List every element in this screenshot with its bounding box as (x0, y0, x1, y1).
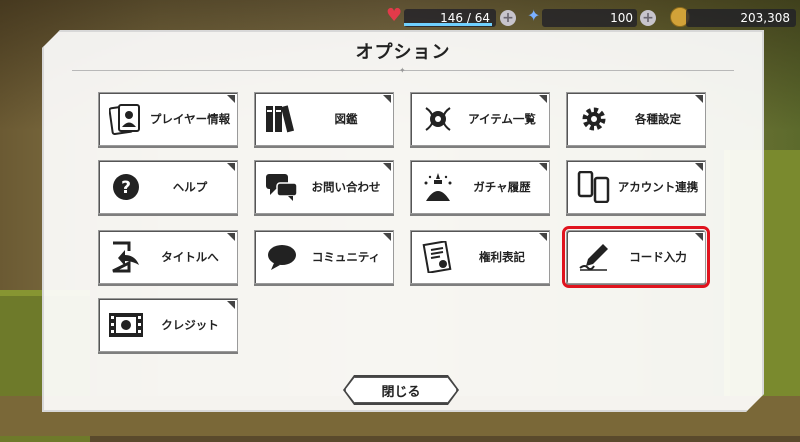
certificate-icon (419, 239, 457, 275)
option-label: 各種設定 (635, 112, 681, 126)
coin-value: 203,308 (740, 11, 790, 25)
speech-bubble-icon (263, 239, 301, 275)
heart-icon: ♥ (386, 5, 403, 26)
exit-door-icon (107, 239, 145, 275)
option-label: クレジット (161, 318, 219, 332)
option-label: アイテム一覧 (468, 112, 536, 126)
item-crest-icon (419, 101, 457, 137)
option-code-input-button[interactable]: コード入力 (566, 230, 706, 284)
option-label: ガチャ履歴 (473, 180, 531, 194)
help-icon: ? (107, 169, 145, 205)
option-label: コミュニティ (311, 250, 381, 264)
gear-icon (575, 101, 613, 137)
option-label: タイトルへ (161, 250, 219, 264)
option-label: プレイヤー情報 (149, 112, 231, 126)
gem-counter: 100 (542, 9, 637, 27)
film-reel-icon (107, 307, 145, 343)
books-icon (263, 101, 301, 137)
add-gem-button[interactable]: + (640, 10, 656, 26)
option-label: アカウント連携 (617, 180, 699, 194)
add-stamina-button[interactable]: + (500, 10, 516, 26)
divider-ornament: ✦ (399, 66, 406, 75)
option-encyclopedia-button[interactable]: 図鑑 (254, 92, 394, 146)
options-dialog: オプション ✦ プレイヤー情報 図鑑 アイテム一覧 各種設定 ? ヘルプ お問い… (42, 30, 764, 412)
status-bar: ♥ 146 / 64 + ✦ 100 + 203,308 (0, 4, 800, 28)
svg-text:?: ? (121, 178, 131, 198)
option-label: お問い合わせ (311, 180, 381, 194)
option-contact-button[interactable]: お問い合わせ (254, 160, 394, 214)
option-account-link-button[interactable]: アカウント連携 (566, 160, 706, 214)
option-to-title-button[interactable]: タイトルへ (98, 230, 238, 284)
option-item-list-button[interactable]: アイテム一覧 (410, 92, 550, 146)
option-label: 図鑑 (334, 112, 358, 126)
option-gacha-history-button[interactable]: ガチャ履歴 (410, 160, 550, 214)
option-label: コード入力 (629, 250, 687, 264)
gacha-altar-icon (419, 169, 457, 205)
option-help-button[interactable]: ? ヘルプ (98, 160, 238, 214)
pen-write-icon (575, 239, 613, 275)
option-credits-button[interactable]: クレジット (98, 298, 238, 352)
close-button[interactable]: 閉じる (345, 377, 457, 403)
gem-value: 100 (610, 11, 633, 25)
option-community-button[interactable]: コミュニティ (254, 230, 394, 284)
phones-link-icon (575, 169, 613, 205)
coin-counter: 203,308 (686, 9, 796, 27)
chat-bubbles-icon (263, 169, 301, 205)
option-settings-button[interactable]: 各種設定 (566, 92, 706, 146)
option-player-info-button[interactable]: プレイヤー情報 (98, 92, 238, 146)
dialog-title: オプション (355, 42, 451, 63)
stamina-value: 146 / 64 (440, 11, 490, 25)
option-label: ヘルプ (172, 180, 208, 194)
stamina-meter: 146 / 64 (404, 9, 496, 27)
player-card-icon (107, 101, 145, 137)
option-rights-notice-button[interactable]: 権利表記 (410, 230, 550, 284)
option-label: 権利表記 (479, 250, 525, 264)
